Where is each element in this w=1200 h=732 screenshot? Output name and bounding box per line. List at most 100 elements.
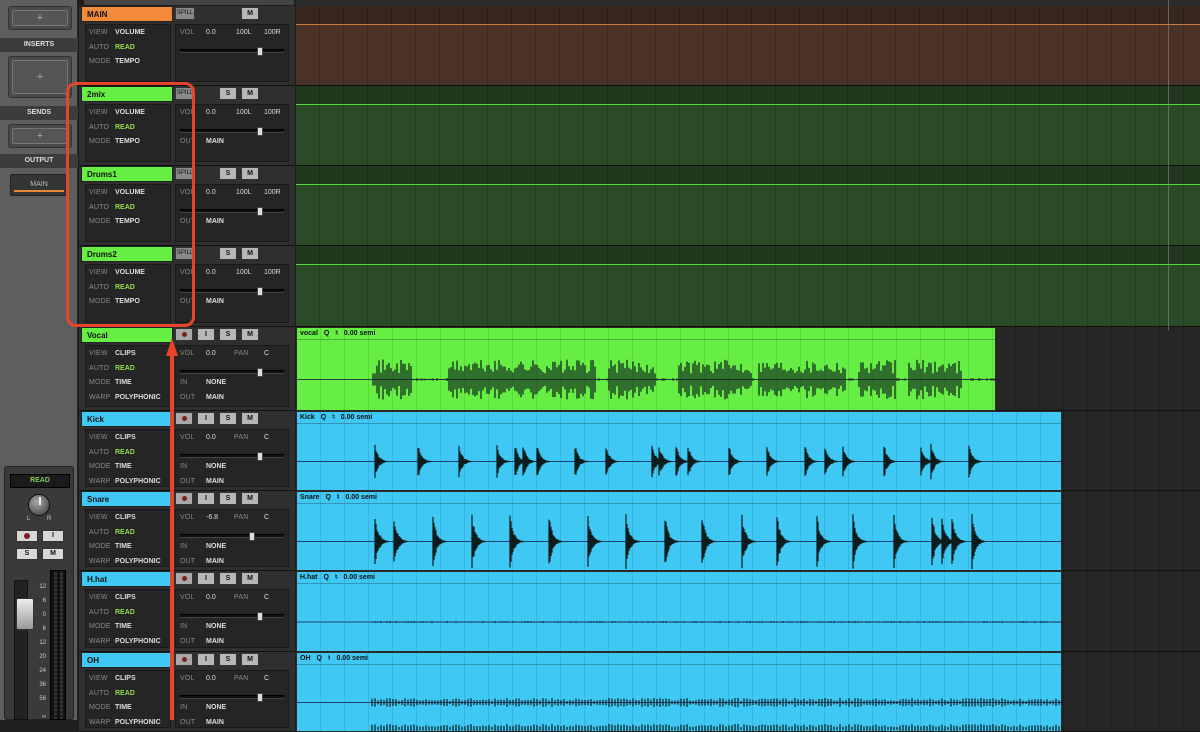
- mode-value[interactable]: TIME: [115, 463, 132, 470]
- solo-button[interactable]: S: [219, 492, 237, 505]
- pan-right-value[interactable]: 100R: [264, 269, 281, 276]
- pan-value[interactable]: C: [264, 594, 269, 601]
- solo-button[interactable]: S: [219, 87, 237, 100]
- insert-slot-top[interactable]: +: [8, 6, 72, 30]
- vol-value[interactable]: 0.0: [206, 269, 216, 276]
- audio-clip[interactable]: Kick Q ♮ 0.00 semi: [296, 411, 1063, 491]
- volume-fader-handle[interactable]: [256, 368, 263, 377]
- output-value[interactable]: MAIN: [206, 558, 224, 565]
- view-value[interactable]: VOLUME: [115, 29, 145, 36]
- auto-value[interactable]: READ: [115, 529, 135, 536]
- output-value[interactable]: MAIN: [206, 719, 224, 726]
- track-lane[interactable]: [296, 6, 1200, 86]
- spill-button[interactable]: SPILL: [175, 7, 195, 20]
- track-name[interactable]: Vocal: [81, 327, 173, 343]
- audio-clip[interactable]: Snare Q ♮ 0.00 semi: [296, 491, 1063, 571]
- mute-button[interactable]: M: [241, 412, 259, 425]
- vol-value[interactable]: 0.0: [206, 109, 216, 116]
- mode-value[interactable]: TIME: [115, 704, 132, 711]
- track-lane[interactable]: [296, 166, 1200, 246]
- solo-button[interactable]: S: [219, 572, 237, 585]
- warp-value[interactable]: POLYPHONIC: [115, 478, 161, 485]
- vol-value[interactable]: 0.0: [206, 675, 216, 682]
- quantize-label[interactable]: Q: [324, 330, 329, 337]
- audio-clip[interactable]: vocal Q ♮ 0.00 semi: [296, 327, 997, 411]
- vol-value[interactable]: 0.0: [206, 594, 216, 601]
- pan-value[interactable]: C: [264, 350, 269, 357]
- volume-fader-handle[interactable]: [256, 287, 263, 296]
- vol-value[interactable]: 0.0: [206, 350, 216, 357]
- view-value[interactable]: CLIPS: [115, 675, 136, 682]
- pan-right-value[interactable]: 100R: [264, 109, 281, 116]
- mute-button[interactable]: M: [241, 247, 259, 260]
- input-monitor-button[interactable]: I: [197, 328, 215, 341]
- mute-button[interactable]: M: [241, 653, 259, 666]
- warp-value[interactable]: POLYPHONIC: [115, 558, 161, 565]
- warp-value[interactable]: POLYPHONIC: [115, 638, 161, 645]
- auto-value[interactable]: READ: [115, 365, 135, 372]
- insert-slot[interactable]: +: [8, 56, 72, 98]
- view-value[interactable]: CLIPS: [115, 594, 136, 601]
- pitch-value[interactable]: 0.00 semi: [341, 414, 373, 421]
- mute-button[interactable]: M: [241, 572, 259, 585]
- audio-clip[interactable]: H.hat Q ♮ 0.00 semi: [296, 571, 1063, 652]
- input-monitor-button[interactable]: I: [197, 412, 215, 425]
- volume-fader-handle[interactable]: [256, 452, 263, 461]
- warp-value[interactable]: POLYPHONIC: [115, 394, 161, 401]
- pan-left-value[interactable]: 100L: [236, 189, 252, 196]
- vol-value[interactable]: 0.0: [206, 189, 216, 196]
- pan-left-value[interactable]: 100L: [236, 269, 252, 276]
- pan-knob[interactable]: [28, 494, 50, 516]
- auto-value[interactable]: READ: [115, 609, 135, 616]
- pan-right-value[interactable]: 100R: [264, 29, 281, 36]
- pitch-value[interactable]: 0.00 semi: [345, 494, 377, 501]
- auto-value[interactable]: READ: [115, 690, 135, 697]
- pan-left-value[interactable]: 100L: [236, 109, 252, 116]
- track-lane[interactable]: [296, 246, 1200, 327]
- pan-value[interactable]: C: [264, 434, 269, 441]
- input-value[interactable]: NONE: [206, 463, 226, 470]
- volume-fader-handle[interactable]: [256, 693, 263, 702]
- quantize-label[interactable]: Q: [325, 494, 330, 501]
- solo-button[interactable]: S: [219, 328, 237, 341]
- output-value[interactable]: MAIN: [206, 218, 224, 225]
- output-value[interactable]: MAIN: [206, 638, 224, 645]
- mute-button[interactable]: M: [42, 548, 64, 560]
- mute-button[interactable]: M: [241, 7, 259, 20]
- pan-right-value[interactable]: 100R: [264, 189, 281, 196]
- input-monitor-button[interactable]: I: [197, 572, 215, 585]
- track-name[interactable]: H.hat: [81, 571, 173, 587]
- track-name[interactable]: Kick: [81, 411, 173, 427]
- output-value[interactable]: MAIN: [206, 394, 224, 401]
- mute-button[interactable]: M: [241, 167, 259, 180]
- output-value[interactable]: MAIN: [206, 298, 224, 305]
- track-name[interactable]: Snare: [81, 491, 173, 507]
- solo-button[interactable]: S: [219, 653, 237, 666]
- volume-fader-handle[interactable]: [256, 207, 263, 216]
- input-value[interactable]: NONE: [206, 379, 226, 386]
- vol-value[interactable]: 0.0: [206, 29, 216, 36]
- auto-value[interactable]: READ: [115, 44, 135, 51]
- track-lane[interactable]: [296, 86, 1200, 166]
- track-name[interactable]: OH: [81, 652, 173, 668]
- pan-value[interactable]: C: [264, 675, 269, 682]
- mute-button[interactable]: M: [241, 87, 259, 100]
- pan-left-value[interactable]: 100L: [236, 29, 252, 36]
- vol-value[interactable]: -6.8: [206, 514, 218, 521]
- input-monitor-button[interactable]: I: [42, 530, 64, 542]
- volume-fader-handle[interactable]: [256, 47, 263, 56]
- input-value[interactable]: NONE: [206, 623, 226, 630]
- view-value[interactable]: CLIPS: [115, 434, 136, 441]
- input-monitor-button[interactable]: I: [197, 653, 215, 666]
- vol-value[interactable]: 0.0: [206, 434, 216, 441]
- solo-button[interactable]: S: [219, 247, 237, 260]
- mute-button[interactable]: M: [241, 328, 259, 341]
- quantize-label[interactable]: Q: [321, 414, 326, 421]
- view-value[interactable]: CLIPS: [115, 350, 136, 357]
- pan-value[interactable]: C: [264, 514, 269, 521]
- automation-mode-button[interactable]: READ: [10, 474, 70, 488]
- volume-fader-handle[interactable]: [256, 127, 263, 136]
- input-value[interactable]: NONE: [206, 704, 226, 711]
- quantize-label[interactable]: Q: [324, 574, 329, 581]
- pitch-value[interactable]: 0.00 semi: [344, 330, 376, 337]
